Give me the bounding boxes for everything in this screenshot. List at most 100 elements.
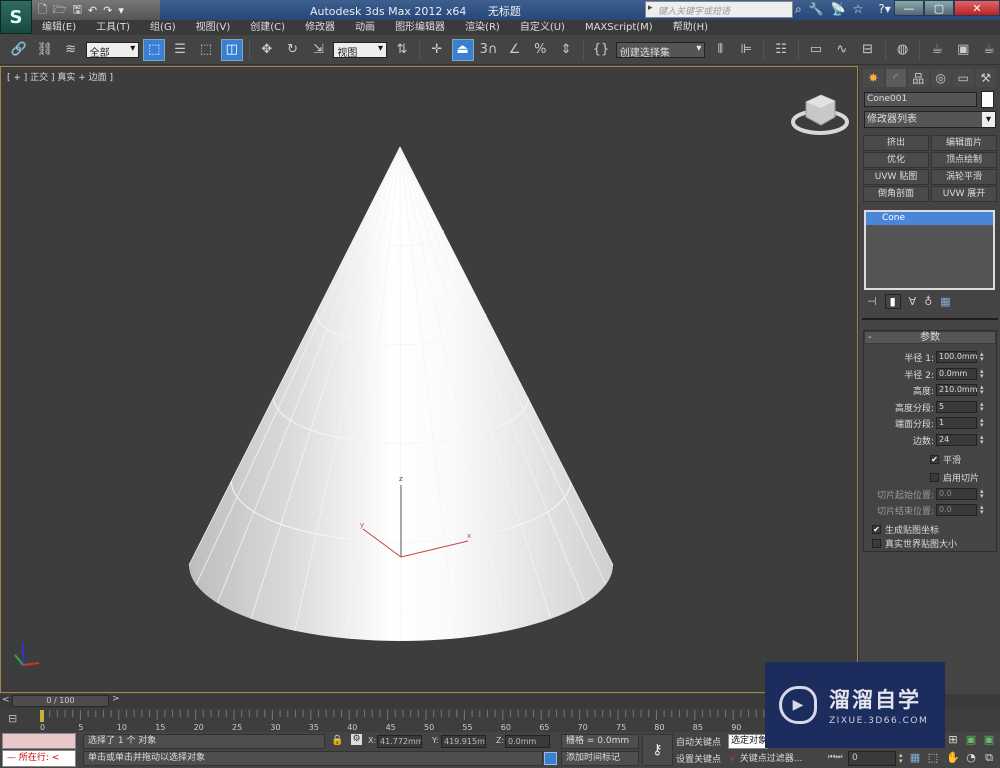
time-slider-prev-icon[interactable]: < xyxy=(2,695,12,707)
selection-lock-icon[interactable]: 🔒 xyxy=(331,735,343,746)
modify-tab-icon[interactable]: ◜ xyxy=(885,69,906,87)
keyboard-shortcut-override-icon[interactable]: ⏏ xyxy=(451,38,474,61)
window-crossing-icon[interactable]: ◫ xyxy=(220,38,243,61)
help-icon[interactable]: ?▾ xyxy=(878,2,890,17)
time-slider-thumb[interactable]: 0 / 100 xyxy=(12,695,109,707)
create-tab-icon[interactable]: ✸ xyxy=(863,69,884,87)
open-file-icon[interactable]: 🗁 xyxy=(53,1,67,20)
display-tab-icon[interactable]: ▭ xyxy=(953,69,974,87)
pin-stack-icon[interactable]: ⊣ xyxy=(867,295,877,308)
layer-manager-icon[interactable]: ☷ xyxy=(770,39,792,61)
slice-to-input[interactable]: 0.0 xyxy=(936,504,977,516)
key-filters-button[interactable]: √ 关键点过滤器... xyxy=(730,751,802,764)
time-tag-icon[interactable] xyxy=(544,752,557,765)
select-by-name-icon[interactable]: ☰ xyxy=(169,39,191,61)
smooth-check-icon[interactable]: ✔ xyxy=(930,455,939,464)
configure-sets-icon[interactable]: ▦ xyxy=(940,295,950,308)
zoom-extents-all-icon[interactable]: ▣ xyxy=(982,733,996,747)
rendered-frame-window-icon[interactable]: ▣ xyxy=(952,39,974,61)
modifier-stack[interactable]: Cone xyxy=(864,210,995,290)
pan-view-icon[interactable]: ✋ xyxy=(946,751,960,765)
scale-icon[interactable]: ⇲ xyxy=(307,39,329,61)
height-input[interactable]: 210.0mm xyxy=(936,384,978,396)
new-file-icon[interactable]: 🗋 xyxy=(38,1,47,20)
modifier-button-unwrap-uvw[interactable]: UVW 展开 xyxy=(931,186,997,202)
maximize-viewport-icon[interactable]: ⧉ xyxy=(982,751,996,765)
save-file-icon[interactable]: 🖫 xyxy=(73,1,82,20)
angle-snap-icon[interactable]: ∠ xyxy=(503,39,525,61)
cap-segments-spinner[interactable]: ▴ ▾ xyxy=(980,417,988,429)
select-manipulate-icon[interactable]: ✛ xyxy=(426,39,448,61)
sides-input[interactable]: 24 xyxy=(936,434,977,446)
bind-space-warp-icon[interactable]: ≋ xyxy=(60,39,82,61)
height-segments-input[interactable]: 5 xyxy=(936,401,977,413)
material-editor-icon[interactable]: ◍ xyxy=(892,39,914,61)
link-icon[interactable]: 🔗 xyxy=(8,39,30,61)
set-key-button[interactable]: 设置关键点 xyxy=(676,752,721,765)
modifier-button-vertex-paint[interactable]: 顶点绘制 xyxy=(931,152,997,168)
menu-help[interactable]: 帮助(H) xyxy=(663,20,718,35)
slice-to-spinner[interactable]: ▴ ▾ xyxy=(980,504,988,516)
show-end-result-icon[interactable]: ▮ xyxy=(884,294,901,309)
x-coord-input[interactable]: 41.772mm xyxy=(377,735,422,748)
align-icon[interactable]: ⊫ xyxy=(735,39,757,61)
menu-views[interactable]: 视图(V) xyxy=(186,20,241,35)
z-coord-input[interactable]: 0.0mm xyxy=(505,735,550,748)
height-segments-spinner[interactable]: ▴ ▾ xyxy=(980,401,988,413)
graphite-tools-icon[interactable]: ▭ xyxy=(805,39,827,61)
zoom-extents-selected-icon[interactable]: ⬚ xyxy=(926,751,940,765)
selection-filter-dropdown[interactable]: 全部 xyxy=(85,41,140,59)
viewcube[interactable] xyxy=(791,94,849,135)
radius2-input[interactable]: 0.0mm xyxy=(936,368,977,380)
slice-on-checkbox[interactable]: 启用切片 xyxy=(930,471,979,484)
mirror-icon[interactable]: ⫴ xyxy=(709,39,731,61)
gen-map-coords-checkbox[interactable]: ✔ 生成贴图坐标 xyxy=(872,523,939,536)
menu-edit[interactable]: 编辑(E) xyxy=(32,20,86,35)
unlink-icon[interactable]: ⛓ xyxy=(34,39,56,61)
menu-modifiers[interactable]: 修改器 xyxy=(295,20,345,35)
modifier-button-bevel-profile[interactable]: 倒角剖面 xyxy=(863,186,929,202)
orbit-icon[interactable]: ◔ xyxy=(964,751,978,765)
zoom-all-icon[interactable]: ⊞ xyxy=(946,733,960,747)
redo-icon[interactable]: ↷ xyxy=(103,4,112,17)
cone-object[interactable] xyxy=(188,146,614,642)
snap-toggle-icon[interactable]: 3 ∩ xyxy=(478,39,500,61)
hierarchy-tab-icon[interactable]: 品 xyxy=(908,69,929,87)
make-unique-icon[interactable]: ∀ xyxy=(909,295,917,308)
percent-snap-icon[interactable]: % xyxy=(529,39,551,61)
current-frame-marker[interactable] xyxy=(40,710,44,722)
rect-selection-region-icon[interactable]: ⬚ xyxy=(195,39,217,61)
menu-tools[interactable]: 工具(T) xyxy=(86,20,140,35)
absolute-mode-icon[interactable]: ⚙ xyxy=(351,734,362,745)
schematic-view-icon[interactable]: ⊟ xyxy=(857,39,879,61)
key-mode-toggle-icon[interactable]: ⏮⏭ xyxy=(828,752,842,762)
slice-on-check-icon[interactable] xyxy=(930,473,939,482)
app-menu-logo-icon[interactable]: S xyxy=(0,0,32,34)
move-icon[interactable]: ✥ xyxy=(256,39,278,61)
select-object-icon[interactable]: ⬚ xyxy=(143,38,166,61)
zoom-extents-icon[interactable]: ▣ xyxy=(964,733,978,747)
remove-modifier-icon[interactable]: ♁ xyxy=(924,295,932,308)
render-setup-icon[interactable]: ☕ xyxy=(926,39,948,61)
modifier-button-extrude[interactable]: 挤出 xyxy=(863,135,929,151)
menu-customize[interactable]: 自定义(U) xyxy=(510,20,575,35)
current-frame-spinner[interactable]: ▴ ▾ xyxy=(899,752,903,765)
infocenter-search-input[interactable]: 键入关键字或短语 xyxy=(645,1,793,18)
maximize-button[interactable]: ▢ xyxy=(924,0,954,16)
current-frame-input[interactable]: 0 xyxy=(848,751,896,766)
radius2-spinner[interactable]: ▴ ▾ xyxy=(980,368,988,380)
menu-graph-editors[interactable]: 图形编辑器 xyxy=(385,20,455,35)
pivot-center-icon[interactable]: ⇅ xyxy=(391,39,413,61)
binoculars-icon[interactable]: ⌕ xyxy=(795,2,802,17)
time-configuration-icon[interactable]: ▦ xyxy=(908,751,922,765)
slice-from-spinner[interactable]: ▴ ▾ xyxy=(980,488,988,500)
menu-group[interactable]: 组(G) xyxy=(140,20,186,35)
maxscript-listener-input[interactable] xyxy=(2,733,76,749)
menu-create[interactable]: 创建(C) xyxy=(240,20,295,35)
perspective-viewport[interactable]: z y x [ + ] 正交 ] 真实 + 边面 ] xyxy=(0,66,858,693)
viewport-label[interactable]: [ + ] 正交 ] 真实 + 边面 ] xyxy=(7,70,113,83)
utilities-tab-icon[interactable]: ⚒ xyxy=(975,69,996,87)
modifier-button-uvw-map[interactable]: UVW 贴图 xyxy=(863,169,929,185)
render-production-icon[interactable]: ☕ xyxy=(978,39,1000,61)
real-world-map-check-icon[interactable] xyxy=(872,539,881,548)
